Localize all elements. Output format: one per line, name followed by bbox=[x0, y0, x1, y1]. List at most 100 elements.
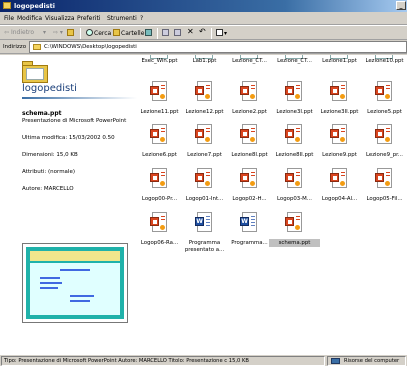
menu-bar: File Modifica Visualizza Preferiti Strum… bbox=[0, 12, 407, 25]
folders-label: Cartelle bbox=[121, 30, 145, 37]
file-item[interactable]: Lezione6.ppt bbox=[137, 118, 182, 165]
file-item[interactable]: Lezione7.ppt bbox=[182, 118, 227, 165]
file-name-label: Logop06-Ra... bbox=[140, 240, 179, 246]
open-folder-icon bbox=[22, 61, 48, 83]
delete-icon: ✕ bbox=[187, 27, 194, 36]
content-area: logopedisti schema.ppt Presentazione di … bbox=[0, 55, 407, 354]
file-item[interactable]: Lezione3II.ppt bbox=[317, 75, 362, 122]
powerpoint-file-icon bbox=[150, 81, 168, 103]
slide-thumbnail bbox=[26, 247, 124, 319]
search-icon bbox=[86, 29, 93, 36]
views-icon bbox=[216, 29, 223, 36]
file-item[interactable]: Lezione11.ppt bbox=[137, 75, 182, 122]
menu-modifica[interactable]: Modifica bbox=[17, 15, 42, 22]
address-field[interactable]: C:\WINDOWS\Desktop\logopedisti bbox=[29, 41, 407, 53]
file-item[interactable]: Lezione9_pr... bbox=[362, 118, 407, 165]
file-name-label: Logop03-M... bbox=[277, 196, 312, 202]
file-item[interactable]: Lezione8I.ppt bbox=[227, 118, 272, 165]
file-name-label: Lezione11.ppt bbox=[140, 109, 179, 115]
file-item[interactable]: Lezione9.ppt bbox=[317, 118, 362, 165]
address-bar: Indirizzo C:\WINDOWS\Desktop\logopedisti bbox=[0, 40, 407, 54]
menu-preferiti[interactable]: Preferiti bbox=[77, 15, 101, 22]
file-name-label: Logop05-Fil... bbox=[366, 196, 403, 202]
history-icon bbox=[145, 29, 152, 36]
file-item[interactable]: W Programma... bbox=[227, 206, 272, 253]
forward-button[interactable]: ⇨ ▾ bbox=[53, 29, 63, 38]
file-name-label: Lezione5.ppt bbox=[367, 109, 402, 115]
menu-file[interactable]: File bbox=[4, 15, 14, 22]
file-attributes: Attributi: (normale) bbox=[22, 169, 75, 175]
powerpoint-file-icon bbox=[240, 124, 258, 146]
file-item[interactable]: W Programma presentato a... bbox=[182, 206, 227, 253]
file-item[interactable]: Logop02-H... bbox=[227, 162, 272, 209]
file-item[interactable]: Logop04-Al... bbox=[317, 162, 362, 209]
file-name-label[interactable]: Esec_Win.ppt bbox=[135, 58, 184, 64]
file-item[interactable]: Lezione3I.ppt bbox=[272, 75, 317, 122]
file-name-label: Lezione9_pr... bbox=[366, 152, 403, 158]
move-to-button[interactable] bbox=[162, 29, 170, 38]
modified-date: Ultima modifica: 15/03/2002 0.50 bbox=[22, 135, 115, 141]
menu-help[interactable]: ? bbox=[140, 15, 143, 22]
file-name-label: Logop02-H... bbox=[232, 196, 267, 202]
copy-to-button[interactable] bbox=[174, 29, 182, 38]
file-name-label[interactable]: Lezione10.ppt bbox=[360, 58, 407, 64]
folders-icon bbox=[113, 29, 120, 36]
file-name-label: Lezione9.ppt bbox=[322, 152, 357, 158]
file-item[interactable]: Lezione8II.ppt bbox=[272, 118, 317, 165]
copy-to-icon bbox=[174, 29, 181, 36]
file-name-label: Lezione3II.ppt bbox=[320, 109, 359, 115]
file-item[interactable]: schema.ppt bbox=[269, 206, 320, 253]
status-bar: Tipo: Presentazione di Microsoft PowerPo… bbox=[0, 354, 407, 366]
file-item[interactable]: Logop03-M... bbox=[272, 162, 317, 209]
folder-title: logopedisti bbox=[22, 83, 77, 94]
back-dropdown[interactable]: ▾ bbox=[43, 29, 46, 38]
file-item[interactable]: Logop05-Fil... bbox=[362, 162, 407, 209]
file-name-label: Lezione8II.ppt bbox=[275, 152, 314, 158]
folders-button[interactable]: Cartelle bbox=[113, 29, 144, 38]
delete-button[interactable]: ✕ bbox=[187, 27, 194, 38]
back-button[interactable]: ⇦ Indietro bbox=[4, 29, 34, 38]
undo-button[interactable]: ↶ bbox=[199, 28, 206, 38]
word-file-icon: W bbox=[240, 212, 258, 234]
file-item[interactable]: Logop01-Int... bbox=[182, 162, 227, 209]
menu-strumenti[interactable]: Strumenti bbox=[107, 15, 137, 22]
powerpoint-file-icon bbox=[150, 168, 168, 190]
file-name-label[interactable]: Lezione_CT... bbox=[270, 58, 319, 64]
file-grid: Esec_Win.ppt Lab1.ppt Lezione_CT... Lezione… bbox=[137, 55, 407, 354]
powerpoint-file-icon bbox=[375, 124, 393, 146]
file-item[interactable]: Lezione2.ppt bbox=[227, 75, 272, 122]
file-name-label[interactable]: Lab1.ppt bbox=[180, 58, 229, 64]
file-item[interactable]: Logop06-Ra... bbox=[137, 206, 182, 253]
folder-icon bbox=[33, 44, 41, 50]
file-name-label: Logop01-Int... bbox=[185, 196, 224, 202]
file-author: Autore: MARCELLO bbox=[22, 186, 74, 192]
file-item[interactable]: Lezione12.ppt bbox=[182, 75, 227, 122]
back-arrow-icon: ⇦ bbox=[4, 29, 10, 36]
menu-visualizza[interactable]: Visualizza bbox=[45, 15, 75, 22]
file-name-label: Programma... bbox=[231, 240, 268, 246]
file-item[interactable]: Logop00-Pr... bbox=[137, 162, 182, 209]
file-name-label: Logop04-Al... bbox=[321, 196, 358, 202]
back-label: Indietro bbox=[10, 29, 35, 36]
file-item[interactable]: Lezione5.ppt bbox=[362, 75, 407, 122]
up-folder-button[interactable] bbox=[67, 29, 75, 38]
file-name-label: Lezione7.ppt bbox=[187, 152, 222, 158]
status-text: Tipo: Presentazione di Microsoft PowerPo… bbox=[4, 358, 249, 364]
file-name-label[interactable]: Lezione_CT... bbox=[225, 58, 274, 64]
views-button[interactable]: ▾ bbox=[216, 29, 227, 38]
title-divider bbox=[22, 97, 137, 99]
powerpoint-file-icon bbox=[285, 212, 303, 234]
move-to-icon bbox=[162, 29, 169, 36]
file-name-label: schema.ppt bbox=[269, 239, 320, 247]
powerpoint-file-icon bbox=[330, 81, 348, 103]
slide-preview bbox=[22, 243, 128, 323]
file-name-label[interactable]: Lezione1.ppt bbox=[315, 58, 364, 64]
powerpoint-file-icon bbox=[240, 81, 258, 103]
powerpoint-file-icon bbox=[375, 168, 393, 190]
search-button[interactable]: Cerca bbox=[86, 29, 111, 38]
minimize-button[interactable]: _ bbox=[396, 1, 406, 10]
window-title: logopedisti bbox=[14, 2, 55, 10]
history-button[interactable] bbox=[145, 29, 153, 38]
powerpoint-file-icon bbox=[195, 168, 213, 190]
file-name-label-line2: presentato a... bbox=[184, 247, 225, 253]
